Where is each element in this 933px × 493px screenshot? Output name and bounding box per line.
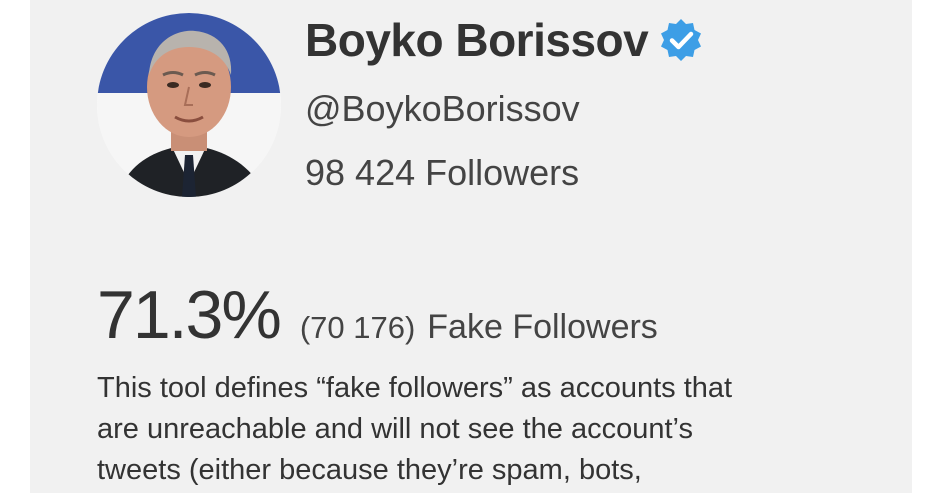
profile-handle: @BoykoBorissov (305, 88, 580, 129)
page: Boyko Borissov @BoykoBorissov 98 424 Fol… (0, 0, 933, 493)
fake-followers-label: Fake Followers (427, 308, 658, 346)
avatar-photo (97, 13, 281, 197)
followers-count: 98 424 Followers (305, 152, 580, 193)
description-line: are unreachable and will not see the acc… (97, 413, 693, 445)
tool-description: This tool defines “fake followers” as ac… (97, 368, 857, 491)
profile-name-row: Boyko Borissov (305, 10, 704, 70)
fake-percentage: 71.3% (97, 277, 282, 353)
description-line: This tool defines “fake followers” as ac… (97, 372, 733, 404)
profile-name: Boyko Borissov (305, 14, 649, 66)
description-line: tweets (either because they’re spam, bot… (97, 454, 642, 486)
verified-badge-icon (661, 19, 702, 61)
fake-followers-result: 71.3% (70 176) Fake Followers (97, 276, 658, 356)
fake-count: (70 176) (299, 310, 416, 345)
avatar (97, 13, 281, 197)
